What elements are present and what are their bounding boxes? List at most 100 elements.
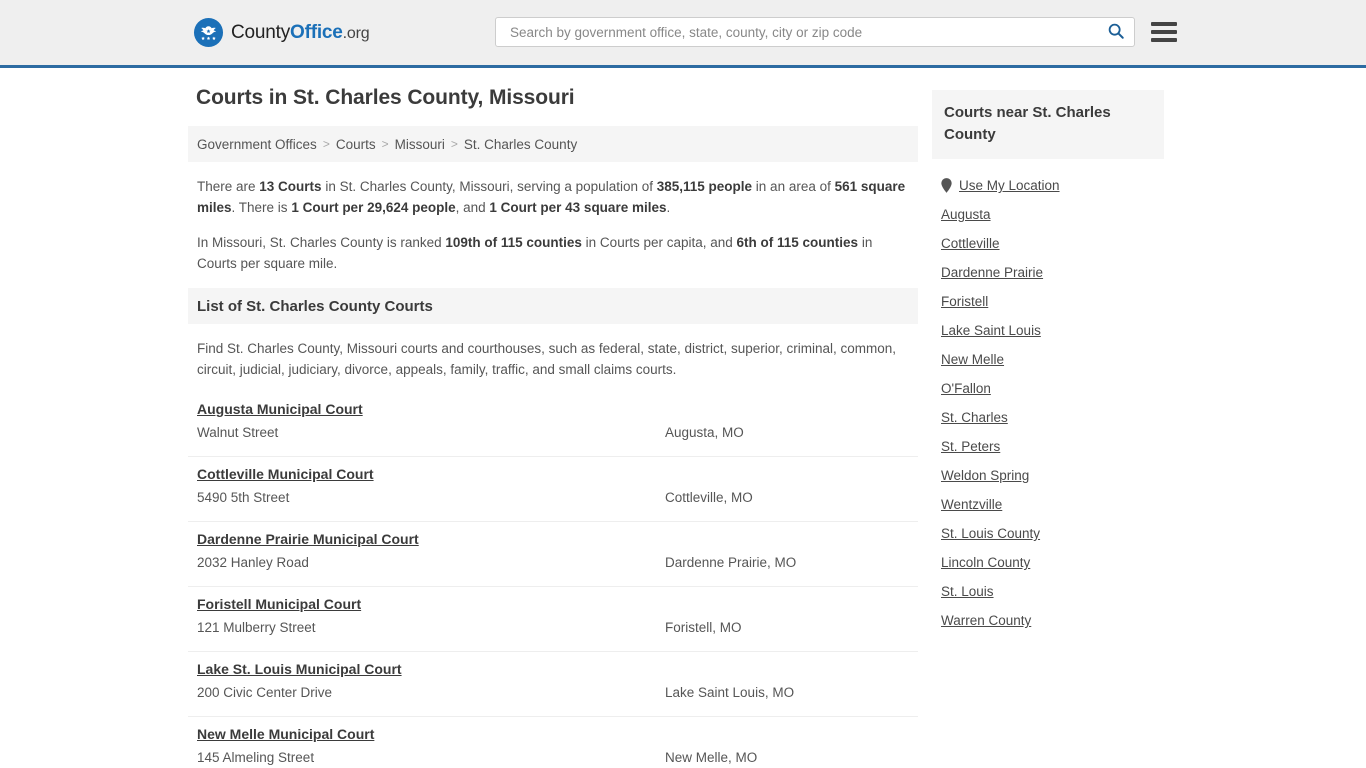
hamburger-menu-icon[interactable] [1151,22,1177,42]
court-address: 121 Mulberry Street [197,620,316,635]
breadcrumb-item-st-charles-county: St. Charles County [463,136,578,152]
map-pin-icon [941,178,952,193]
court-city: Foristell, MO [665,620,742,635]
court-meta: 200 Civic Center Drive Lake Saint Louis,… [197,685,909,700]
sidebar-item-cottleville[interactable]: Cottleville [932,229,1164,258]
court-list: Augusta Municipal Court Walnut Street Au… [188,392,918,768]
sidebar-item-label[interactable]: Augusta [941,207,991,222]
logo-text-org: .org [342,24,370,42]
intro-paragraph-2: In Missouri, St. Charles County is ranke… [197,232,909,274]
court-address: 145 Almeling Street [197,750,315,765]
hamburger-bar [1151,38,1177,42]
court-city: New Melle, MO [665,750,758,765]
sidebar-item-label[interactable]: Lincoln County [941,555,1030,570]
sidebar-item-foristell[interactable]: Foristell [932,287,1164,316]
table-row: Dardenne Prairie Municipal Court 2032 Ha… [188,522,918,587]
court-name-link[interactable]: Cottleville Municipal Court [197,466,374,482]
section-description: Find St. Charles County, Missouri courts… [197,341,897,377]
sidebar-item-lake-saint-louis[interactable]: Lake Saint Louis [932,316,1164,345]
intro-paragraph-1: There are 13 Courts in St. Charles Count… [197,176,909,218]
sidebar-item-lincoln-county[interactable]: Lincoln County [932,548,1164,577]
intro-text: , and [455,200,490,215]
sidebar-item-dardenne-prairie[interactable]: Dardenne Prairie [932,258,1164,287]
sidebar-item-use-my-location[interactable]: Use My Location [932,171,1164,200]
court-address: 5490 5th Street [197,490,290,505]
breadcrumb-separator: > [450,137,458,151]
court-meta: 5490 5th Street Cottleville, MO [197,490,909,505]
logo-wordmark: CountyOffice.org [231,21,370,44]
sidebar-item-new-melle[interactable]: New Melle [932,345,1164,374]
search-input[interactable] [508,23,1104,41]
court-name-link[interactable]: Augusta Municipal Court [197,401,363,417]
table-row: Foristell Municipal Court 121 Mulberry S… [188,587,918,652]
breadcrumb-item-government-offices[interactable]: Government Offices [197,137,317,152]
search-box[interactable] [495,17,1135,47]
stat-population: 385,115 people [656,179,753,194]
sidebar-item-ofallon[interactable]: O'Fallon [932,374,1164,403]
sidebar-item-label[interactable]: Lake Saint Louis [941,323,1041,338]
sidebar-item-st-louis-county[interactable]: St. Louis County [932,519,1164,548]
page-title: Courts in St. Charles County, Missouri [196,86,575,109]
stat-rank-per-capita: 109th of 115 counties [445,235,582,250]
court-name-link[interactable]: Lake St. Louis Municipal Court [197,661,402,677]
sidebar-item-label[interactable]: Warren County [941,613,1031,628]
court-meta: 121 Mulberry Street Foristell, MO [197,620,909,635]
stat-courts-per-area: 1 Court per 43 square miles [489,200,667,215]
breadcrumb-separator: > [381,137,389,151]
sidebar-item-label[interactable]: Cottleville [941,236,1000,251]
intro-text: in an area of [752,179,835,194]
sidebar-item-label[interactable]: Foristell [941,294,988,309]
intro-text: . [666,200,671,215]
sidebar-item-label[interactable]: Weldon Spring [941,468,1029,483]
site-header: CountyOffice.org [0,0,1366,68]
site-logo[interactable]: CountyOffice.org [193,17,370,48]
page-body: Courts in St. Charles County, Missouri G… [0,68,1366,768]
sidebar-item-label[interactable]: Wentzville [941,497,1002,512]
sidebar-item-label[interactable]: Dardenne Prairie [941,265,1043,280]
sidebar-item-label[interactable]: O'Fallon [941,381,991,396]
sidebar-item-label[interactable]: St. Peters [941,439,1000,454]
court-name-link[interactable]: New Melle Municipal Court [197,726,374,742]
table-row: Augusta Municipal Court Walnut Street Au… [188,392,918,457]
court-city: Dardenne Prairie, MO [665,555,797,570]
sidebar-item-st-charles[interactable]: St. Charles [932,403,1164,432]
intro-text: . There is [231,200,292,215]
search-button[interactable] [1104,20,1128,44]
court-name-link[interactable]: Dardenne Prairie Municipal Court [197,531,419,547]
hamburger-bar [1151,22,1177,26]
court-address: 200 Civic Center Drive [197,685,333,700]
breadcrumb-item-courts[interactable]: Courts [336,137,376,152]
sidebar-links: Use My Location Augusta Cottleville Dard… [932,159,1164,635]
eagle-seal-icon [193,17,224,48]
intro-text: In Missouri, St. Charles County is ranke… [197,235,446,250]
section-title: List of St. Charles County Courts [188,288,918,324]
court-address: Walnut Street [197,425,279,440]
use-my-location-label[interactable]: Use My Location [959,178,1060,193]
sidebar-item-augusta[interactable]: Augusta [932,200,1164,229]
sidebar-item-wentzville[interactable]: Wentzville [932,490,1164,519]
content-container: Courts in St. Charles County, Missouri G… [188,68,1178,768]
table-row: Lake St. Louis Municipal Court 200 Civic… [188,652,918,717]
court-name-link[interactable]: Foristell Municipal Court [197,596,361,612]
intro-text: There are [197,179,260,194]
sidebar-title: Courts near St. Charles County [932,90,1164,159]
court-city: Lake Saint Louis, MO [665,685,795,700]
sidebar-item-label[interactable]: St. Louis County [941,526,1040,541]
sidebar-item-weldon-spring[interactable]: Weldon Spring [932,461,1164,490]
sidebar: Courts near St. Charles County Use My Lo… [932,86,1164,635]
main-column: Courts in St. Charles County, Missouri G… [188,86,918,768]
sidebar-item-warren-county[interactable]: Warren County [932,606,1164,635]
sidebar-item-label[interactable]: New Melle [941,352,1004,367]
sidebar-item-label[interactable]: St. Louis [941,584,994,599]
court-city: Cottleville, MO [665,490,753,505]
sidebar-item-st-louis[interactable]: St. Louis [932,577,1164,606]
court-meta: 2032 Hanley Road Dardenne Prairie, MO [197,555,909,570]
logo-text-office: Office [290,21,343,43]
sidebar-item-label[interactable]: St. Charles [941,410,1008,425]
court-meta: 145 Almeling Street New Melle, MO [197,750,909,765]
breadcrumb-item-missouri[interactable]: Missouri [395,137,445,152]
sidebar-item-st-peters[interactable]: St. Peters [932,432,1164,461]
search-icon [1107,22,1125,43]
logo-text-county: County [231,21,291,43]
court-city: Augusta, MO [665,425,744,440]
